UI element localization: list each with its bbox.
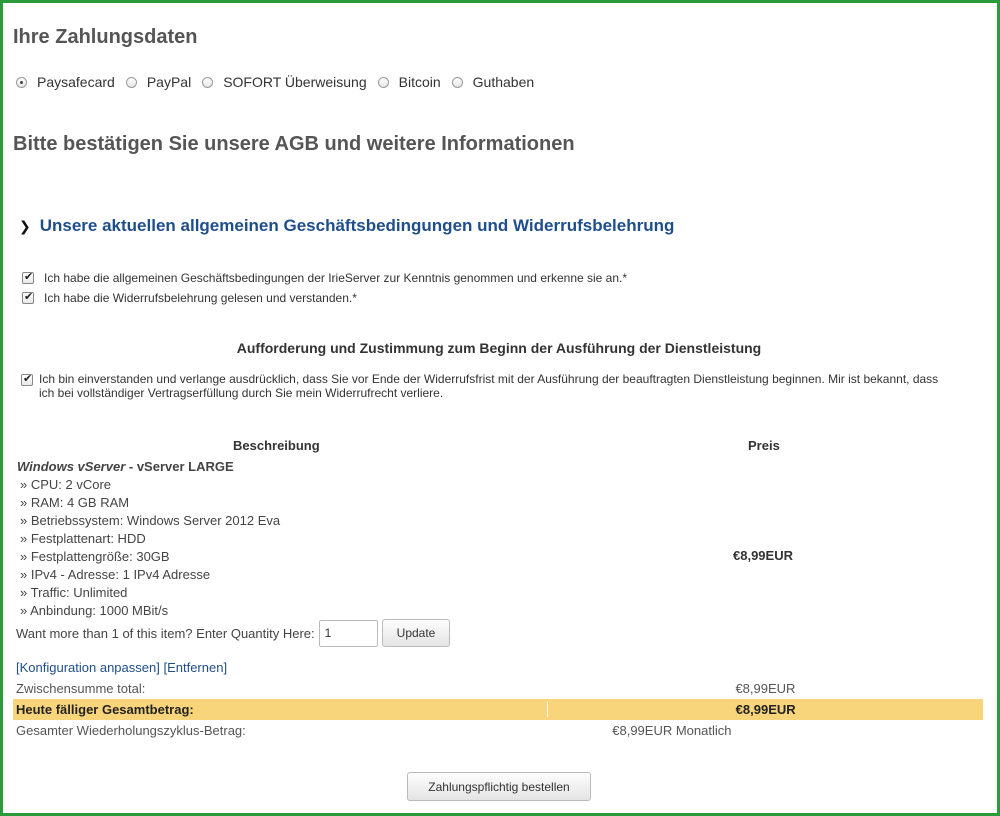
product-group: Windows vServer: [17, 459, 126, 474]
widerruf-check-label: Ich habe die Widerrufsbelehrung gelesen …: [44, 291, 357, 305]
consent-row: Ich bin einverstanden und verlange ausdr…: [21, 372, 956, 400]
agb-check-label: Ich habe die allgemeinen Geschäftsbeding…: [44, 271, 628, 285]
spec-item: » Festplattenart: HDD: [20, 531, 146, 546]
radio-paypal[interactable]: [125, 76, 137, 88]
due-today-label: Heute fälliger Gesamtbetrag:: [13, 702, 549, 717]
quantity-row: Want more than 1 of this item? Enter Qua…: [16, 619, 451, 647]
widerruf-check-row: Ich habe die Widerrufsbelehrung gelesen …: [22, 290, 357, 305]
recurring-label: Gesamter Wiederholungszyklus-Betrag:: [16, 723, 246, 738]
spec-item: » Betriebssystem: Windows Server 2012 Ev…: [20, 513, 281, 528]
radio-label-paypal[interactable]: PayPal: [147, 74, 191, 90]
configure-link[interactable]: [Konfiguration anpassen]: [16, 660, 160, 675]
due-today-value: €8,99EUR: [735, 702, 796, 717]
radio-paysafecard[interactable]: [16, 76, 27, 88]
widerruf-checkbox[interactable]: [22, 290, 34, 304]
radio-guthaben[interactable]: [451, 76, 463, 88]
spec-item: » RAM: 4 GB RAM: [20, 495, 130, 510]
due-today-row: Heute fälliger Gesamtbetrag: €8,99EUR: [13, 699, 983, 720]
radio-label-bitcoin[interactable]: Bitcoin: [399, 74, 441, 90]
service-title: Aufforderung und Zustimmung zum Beginn d…: [236, 340, 762, 356]
product-description: Windows vServer - vServer LARGE » CPU: 2…: [17, 458, 280, 620]
spec-list: » CPU: 2 vCore » RAM: 4 GB RAM » Betrieb…: [17, 476, 280, 620]
payment-method-group: Paysafecard PayPal SOFORT Überweisung Bi…: [16, 74, 545, 90]
agb-checkbox[interactable]: [22, 270, 34, 284]
spec-item: » IPv4 - Adresse: 1 IPv4 Adresse: [20, 567, 211, 582]
agb-link-text[interactable]: Unsere aktuellen allgemeinen Geschäftsbe…: [40, 216, 675, 236]
product-title: Windows vServer - vServer LARGE: [17, 458, 280, 476]
spec-item: » Festplattengröße: 30GB: [20, 549, 170, 564]
subtotal-row: Zwischensumme total: €8,99EUR: [13, 678, 983, 699]
col-header-description: Beschreibung: [233, 438, 320, 453]
recurring-value: €8,99EUR Monatlich: [612, 723, 732, 738]
radio-label-sofort[interactable]: SOFORT Überweisung: [223, 74, 366, 90]
agb-link[interactable]: ❯ Unsere aktuellen allgemeinen Geschäfts…: [19, 216, 674, 236]
item-links: [Konfiguration anpassen] [Entfernen]: [16, 660, 227, 675]
product-price: €8,99EUR: [733, 548, 793, 563]
product-name: - vServer LARGE: [125, 459, 234, 474]
consent-label: Ich bin einverstanden und verlange ausdr…: [39, 372, 939, 400]
radio-label-guthaben[interactable]: Guthaben: [473, 74, 535, 90]
payment-title: Ihre Zahlungsdaten: [13, 26, 198, 48]
col-header-price: Preis: [748, 438, 780, 453]
chevron-right-icon: ❯: [19, 217, 31, 234]
recurring-row: Gesamter Wiederholungszyklus-Betrag: €8,…: [13, 720, 983, 741]
update-button[interactable]: Update: [381, 619, 451, 647]
agb-check-row: Ich habe die allgemeinen Geschäftsbeding…: [22, 270, 628, 285]
checkout-page: Ihre Zahlungsdaten Paysafecard PayPal SO…: [0, 0, 1000, 816]
quantity-label: Want more than 1 of this item? Enter Qua…: [16, 625, 315, 641]
consent-checkbox[interactable]: [21, 372, 33, 386]
spec-item: » Anbindung: 1000 MBit/s: [20, 603, 169, 618]
remove-link[interactable]: [Entfernen]: [163, 660, 227, 675]
radio-label-paysafecard[interactable]: Paysafecard: [37, 74, 115, 90]
radio-bitcoin[interactable]: [377, 76, 389, 88]
spec-item: » CPU: 2 vCore: [20, 477, 112, 492]
order-submit-button[interactable]: Zahlungspflichtig bestellen: [407, 772, 591, 801]
radio-sofort[interactable]: [202, 76, 214, 88]
spec-item: » Traffic: Unlimited: [20, 585, 128, 600]
quantity-input[interactable]: [318, 619, 378, 647]
subtotal-value: €8,99EUR: [735, 681, 796, 696]
agb-title: Bitte bestätigen Sie unsere AGB und weit…: [13, 133, 575, 155]
subtotal-label: Zwischensumme total:: [16, 681, 146, 696]
